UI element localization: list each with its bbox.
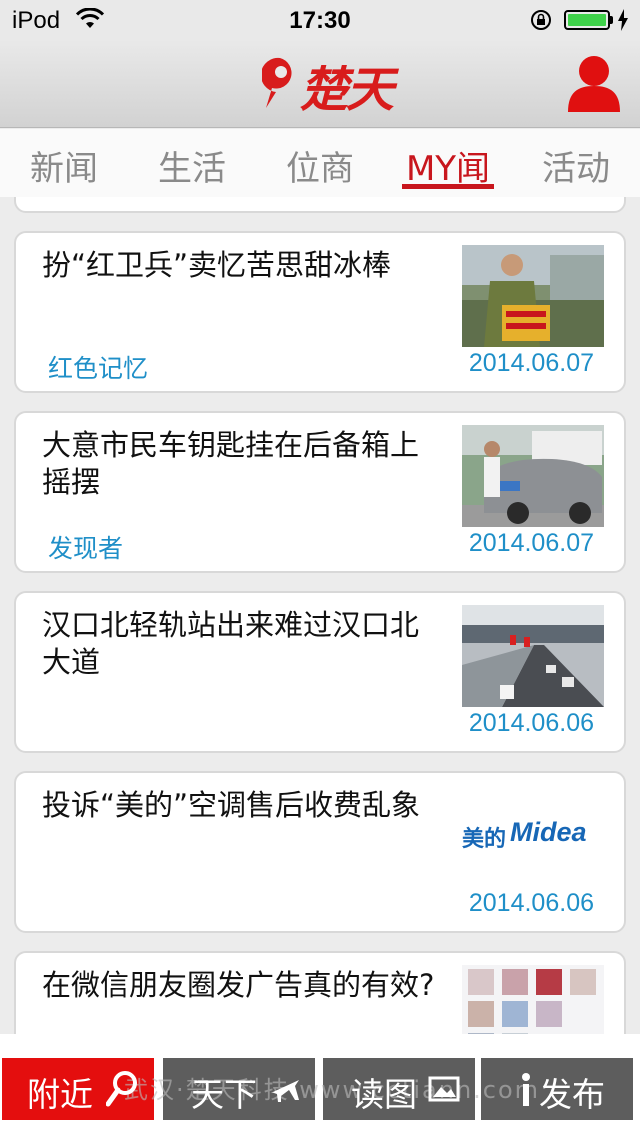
tab-news[interactable]: 新闻 [0,129,128,197]
article-list[interactable]: 扮“红卫兵”卖忆苦思甜冰棒 红色记忆 2014.06.07 大意市民车钥匙挂在后… [0,197,640,1034]
app-header: 楚天 [0,40,640,128]
category-tabs: 新闻 生活 位商 MY闻 活动 [0,129,640,197]
article-thumbnail: 美的 Midea [462,785,604,887]
article-title: 汉口北轻轨站出来难过汉口北大道 [42,608,420,679]
article-title: 投诉“美的”空调售后收费乱象 [42,788,421,822]
list-item[interactable]: 在微信朋友圈发广告真的有效? [14,951,626,1034]
rotation-lock-icon [531,10,551,30]
status-bar: iPod 17:30 [0,0,640,40]
article-title: 大意市民车钥匙挂在后备箱上摇摆 [42,428,420,499]
article-thumbnail [462,605,604,707]
article-title: 在微信朋友圈发广告真的有效? [42,968,435,1002]
midea-logo: Midea [510,817,587,847]
nearby-button[interactable]: 附近 [2,1058,154,1120]
world-label: 天下 [191,1075,257,1114]
charging-icon [618,9,628,31]
publish-label: 发布 [539,1075,605,1114]
list-item[interactable]: 大意市民车钥匙挂在后备箱上摇摆 发现者 2014.06.07 [14,411,626,573]
article-thumbnail [462,245,604,347]
profile-icon[interactable] [566,54,622,112]
airplane-icon [271,1080,299,1102]
tab-life[interactable]: 生活 [128,129,256,197]
list-item[interactable]: 扮“红卫兵”卖忆苦思甜冰棒 红色记忆 2014.06.07 [14,231,626,393]
tab-business[interactable]: 位商 [256,129,384,197]
article-date: 2014.06.07 [468,349,594,377]
nearby-label: 附近 [27,1075,93,1114]
article-date: 2014.06.06 [468,709,594,737]
article-date: 2014.06.06 [468,889,594,917]
watermark: 武汉·楚天科技 www.cctiann.com [124,1076,541,1104]
article-title: 扮“红卫兵”卖忆苦思甜冰棒 [42,248,392,282]
read-label: 读图 [351,1075,417,1114]
battery-icon [564,10,610,30]
picture-icon [428,1076,460,1102]
battery-tip [610,16,613,24]
list-item[interactable]: 汉口北轻轨站出来难过汉口北大道 2014.06.06 [14,591,626,753]
list-item[interactable]: 投诉“美的”空调售后收费乱象 2014.06.06 美的 Midea [14,771,626,933]
app-logo-text: 楚天 [300,62,394,118]
article-thumbnail [462,425,604,527]
article-thumbnail [462,965,604,1034]
tab-my-news[interactable]: MY闻 [384,129,512,197]
article-date: 2014.06.07 [468,529,594,557]
list-item[interactable] [14,197,626,213]
midea-logo-cn: 美的 [462,827,507,852]
tab-events[interactable]: 活动 [512,129,640,197]
article-tag[interactable]: 发现者 [48,529,123,565]
info-icon [522,1073,530,1106]
search-location-icon [106,1071,137,1107]
article-tag[interactable]: 红色记忆 [48,349,148,385]
